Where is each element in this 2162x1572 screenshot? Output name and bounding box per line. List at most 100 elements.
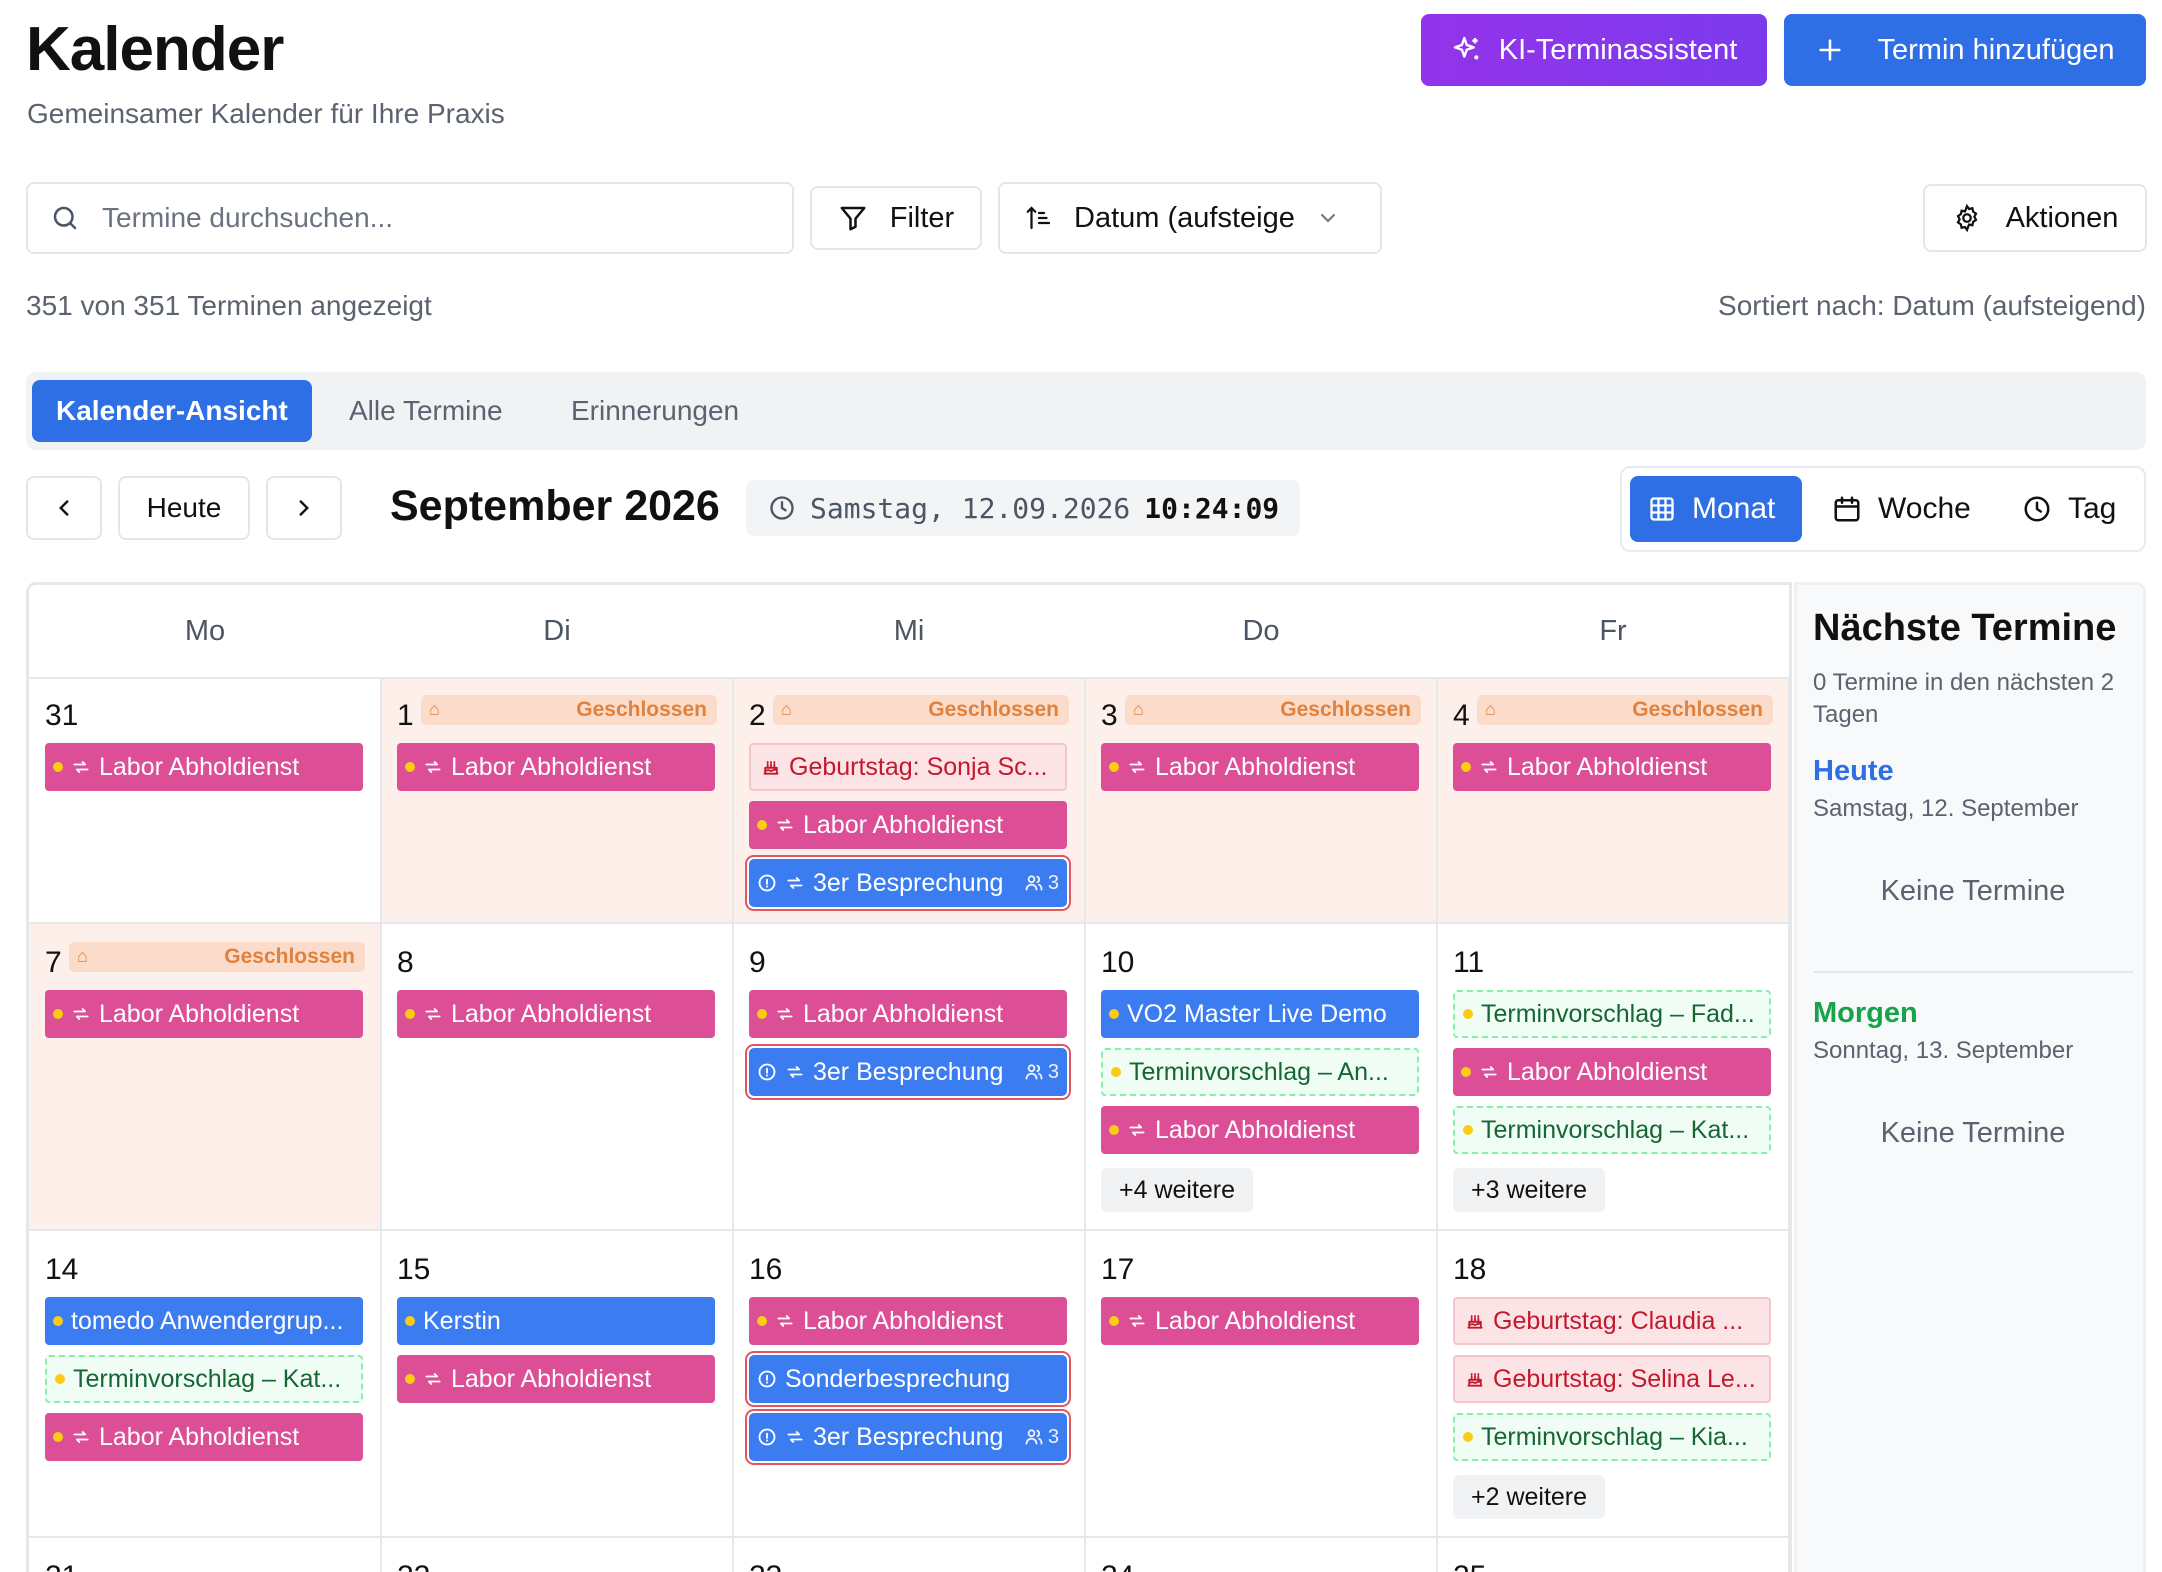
status-dot bbox=[405, 762, 415, 772]
grid-line bbox=[1788, 677, 1789, 1572]
event-title: Geburtstag: Sonja Sc... bbox=[789, 752, 1048, 781]
calendar-event[interactable]: tomedo Anwendergrup... bbox=[45, 1297, 363, 1345]
current-datetime: Samstag, 12.09.2026 10:24:09 bbox=[746, 480, 1300, 536]
view-week-button[interactable]: Woche bbox=[1814, 476, 1989, 542]
repeat-icon bbox=[73, 761, 89, 773]
calendar-day-cell[interactable]: 23 bbox=[733, 1538, 1085, 1572]
add-appointment-button[interactable]: Termin hinzufügen bbox=[1784, 14, 2146, 86]
actions-button[interactable]: Aktionen bbox=[1923, 184, 2147, 252]
calendar-event[interactable]: Kerstin bbox=[397, 1297, 715, 1345]
calendar-event[interactable]: Sonderbesprechung bbox=[749, 1355, 1067, 1403]
calendar-event[interactable]: 3er Besprechung 3 bbox=[749, 1048, 1067, 1096]
calendar-day-cell[interactable]: 11 Terminvorschlag – Fad... Labor Abholdie… bbox=[1437, 924, 1789, 1229]
calendar-event[interactable]: Terminvorschlag – Kia... bbox=[1453, 1413, 1771, 1461]
ai-assistant-button[interactable]: KI-Terminassistent bbox=[1421, 14, 1767, 86]
calendar-event[interactable]: Labor Abholdienst bbox=[45, 1413, 363, 1461]
calendar-day-cell[interactable]: 9 Labor Abholdienst 3er Besprechung 3 bbox=[733, 924, 1085, 1229]
sidebar-divider bbox=[1813, 971, 2133, 973]
bell-icon: ⌂ bbox=[77, 946, 88, 966]
closed-badge: ⌂ Geschlossen bbox=[1125, 695, 1421, 725]
calendar-event[interactable]: Labor Abholdienst bbox=[1453, 1048, 1771, 1096]
event-title: Geburtstag: Claudia ... bbox=[1493, 1306, 1744, 1335]
calendar-day-cell[interactable]: 22 bbox=[381, 1538, 733, 1572]
calendar-event[interactable]: Labor Abholdienst bbox=[397, 743, 715, 791]
calendar-event[interactable]: Labor Abholdienst bbox=[749, 801, 1067, 849]
calendar-event[interactable]: Terminvorschlag – Kat... bbox=[45, 1355, 363, 1403]
more-events-button[interactable]: +3 weitere bbox=[1453, 1168, 1606, 1212]
calendar-event[interactable]: Geburtstag: Selina Le... bbox=[1453, 1355, 1771, 1403]
filter-icon bbox=[840, 206, 866, 231]
calendar-event[interactable]: Labor Abholdienst bbox=[1101, 743, 1419, 791]
view-month-label: Monat bbox=[1692, 492, 1776, 525]
calendar-event[interactable]: Labor Abholdienst bbox=[1101, 1106, 1419, 1154]
view-day-button[interactable]: Tag bbox=[2004, 476, 2134, 542]
calendar-event[interactable]: 3er Besprechung 3 bbox=[749, 859, 1067, 907]
event-title: Labor Abholdienst bbox=[1155, 1306, 1356, 1335]
calendar-event[interactable]: Labor Abholdienst bbox=[45, 990, 363, 1038]
calendar-day-cell[interactable]: 24 bbox=[1085, 1538, 1437, 1572]
calendar-day-cell[interactable]: 1 ⌂ Geschlossen Labor Abholdienst bbox=[381, 677, 733, 922]
calendar-day-cell[interactable]: 25 bbox=[1437, 1538, 1789, 1572]
calendar-event[interactable]: 3er Besprechung 3 bbox=[749, 1413, 1067, 1461]
calendar-day-cell[interactable]: 10 VO2 Master Live Demo Terminvorschlag – … bbox=[1085, 924, 1437, 1229]
calendar-day-cell[interactable]: 15 Kerstin Labor Abholdienst bbox=[381, 1231, 733, 1536]
calendar-event[interactable]: Terminvorschlag – Fad... bbox=[1453, 990, 1771, 1038]
event-title: Sonderbesprechung bbox=[785, 1364, 1011, 1393]
clock-icon bbox=[2024, 496, 2050, 522]
calendar-day-cell[interactable]: 3 ⌂ Geschlossen Labor Abholdienst bbox=[1085, 677, 1437, 922]
repeat-icon bbox=[425, 1008, 441, 1020]
calendar-event[interactable]: Labor Abholdienst bbox=[1453, 743, 1771, 791]
grid-line bbox=[29, 922, 1789, 924]
calendar-day-cell[interactable]: 31 Labor Abholdienst bbox=[29, 677, 381, 922]
result-count: 351 von 351 Terminen angezeigt bbox=[26, 290, 432, 321]
more-events-button[interactable]: +4 weitere bbox=[1101, 1168, 1254, 1212]
day-number: 10 bbox=[1101, 946, 1135, 979]
search-input[interactable] bbox=[102, 202, 762, 234]
calendar-day-cell[interactable]: 4 ⌂ Geschlossen Labor Abholdienst bbox=[1437, 677, 1789, 922]
more-events-button[interactable]: +2 weitere bbox=[1453, 1475, 1606, 1519]
calendar-day-cell[interactable]: 2 ⌂ Geschlossen Geburtstag: Sonja Sc... Labo… bbox=[733, 677, 1085, 922]
calendar-event[interactable]: Terminvorschlag – Kat... bbox=[1453, 1106, 1771, 1154]
repeat-icon bbox=[73, 1008, 89, 1020]
repeat-icon bbox=[1129, 761, 1145, 773]
calendar-day-cell[interactable]: 14 tomedo Anwendergrup... Terminvorschlag … bbox=[29, 1231, 381, 1536]
calendar-event[interactable]: Labor Abholdienst bbox=[749, 990, 1067, 1038]
tab-all-appointments[interactable]: Alle Termine bbox=[349, 380, 503, 442]
tab-calendar-view[interactable]: Kalender-Ansicht bbox=[32, 380, 312, 442]
day-number: 2 bbox=[749, 699, 766, 732]
view-tabs: Kalender-Ansicht Alle Termine Erinnerung… bbox=[26, 372, 2146, 450]
calendar-event[interactable]: Labor Abholdienst bbox=[397, 1355, 715, 1403]
calendar-event[interactable]: Geburtstag: Claudia ... bbox=[1453, 1297, 1771, 1345]
sort-select[interactable]: Datum (aufsteigend) bbox=[998, 182, 1382, 254]
event-title: Terminvorschlag – Kia... bbox=[1481, 1422, 1748, 1451]
status-dot bbox=[1109, 1125, 1119, 1135]
event-title: tomedo Anwendergrup... bbox=[71, 1306, 344, 1335]
tab-reminders[interactable]: Erinnerungen bbox=[571, 380, 739, 442]
calendar-day-cell[interactable]: 18 Geburtstag: Claudia ... Geburtstag: Sel… bbox=[1437, 1231, 1789, 1536]
upcoming-appointments-panel: Nächste Termine 0 Termine in den nächste… bbox=[1794, 582, 2146, 1572]
calendar-event[interactable]: Labor Abholdienst bbox=[45, 743, 363, 791]
attendees-icon bbox=[1025, 1429, 1043, 1445]
calendar-event[interactable]: Labor Abholdienst bbox=[1101, 1297, 1419, 1345]
calendar-day-cell[interactable]: 17 Labor Abholdienst bbox=[1085, 1231, 1437, 1536]
view-month-button[interactable]: Monat bbox=[1630, 476, 1802, 542]
search-box bbox=[26, 182, 794, 254]
today-button[interactable]: Heute bbox=[118, 476, 250, 540]
calendar-day-cell[interactable]: 21 bbox=[29, 1538, 381, 1572]
next-month-button[interactable] bbox=[266, 476, 342, 540]
status-dot bbox=[405, 1009, 415, 1019]
calendar-day-cell[interactable]: 7 ⌂ Geschlossen Labor Abholdienst bbox=[29, 924, 381, 1229]
repeat-icon bbox=[787, 1066, 803, 1078]
calendar-event[interactable]: Terminvorschlag – An... bbox=[1101, 1048, 1419, 1096]
status-dot bbox=[1463, 1432, 1473, 1442]
calendar-event[interactable]: Labor Abholdienst bbox=[397, 990, 715, 1038]
calendar-day-cell[interactable]: 8 Labor Abholdienst bbox=[381, 924, 733, 1229]
grid-line bbox=[732, 677, 734, 1572]
calendar-event[interactable]: Geburtstag: Sonja Sc... bbox=[749, 743, 1067, 791]
calendar-event[interactable]: VO2 Master Live Demo bbox=[1101, 990, 1419, 1038]
previous-month-button[interactable] bbox=[26, 476, 102, 540]
chevron-right-icon bbox=[299, 500, 309, 516]
filter-button[interactable]: Filter bbox=[810, 186, 982, 250]
calendar-day-cell[interactable]: 16 Labor Abholdienst Sonderbesprechung 3er … bbox=[733, 1231, 1085, 1536]
calendar-event[interactable]: Labor Abholdienst bbox=[749, 1297, 1067, 1345]
